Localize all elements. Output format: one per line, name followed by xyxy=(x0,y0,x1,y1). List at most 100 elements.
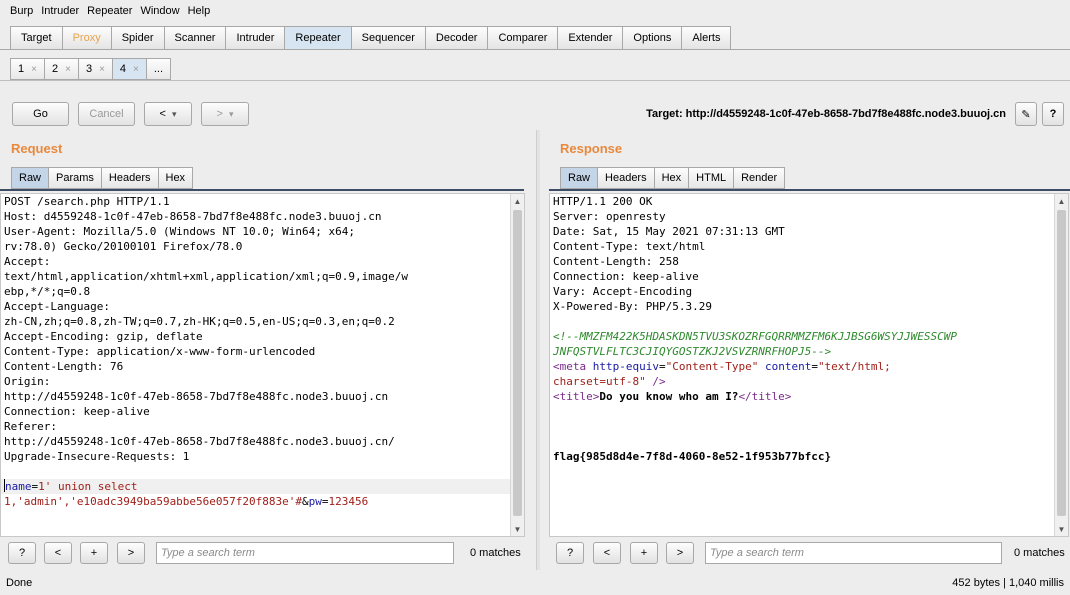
response-viewer[interactable]: HTTP/1.1 200 OK Server: openresty Date: Sa… xyxy=(549,193,1069,537)
request-line xyxy=(1,464,524,479)
scroll-up-icon[interactable]: ▲ xyxy=(511,194,524,208)
repeater-tab-bar: 1 × 2 × 3 × 4 × ... xyxy=(10,58,172,80)
title-tag-open: <title> xyxy=(553,390,600,403)
html-comment-line: <!--MMZFM422K5HDASKDN5TVU3SKOZRFGQRRMMZF… xyxy=(553,330,957,343)
request-tab-raw[interactable]: Raw xyxy=(11,167,49,189)
target-label[interactable]: Target: http://d4559248-1c0f-47eb-8658-7… xyxy=(646,108,1006,120)
go-button[interactable]: Go xyxy=(12,102,69,126)
response-search-prev-button[interactable]: < xyxy=(593,542,621,564)
menu-intruder[interactable]: Intruder xyxy=(37,5,83,17)
cancel-button[interactable]: Cancel xyxy=(78,102,135,126)
html-comment-line: JNFQSTVLFLTC3CJIQYGOSTZKJ2VSVZRNRFHOPJ5-… xyxy=(553,345,832,358)
scroll-thumb[interactable] xyxy=(513,210,522,516)
close-icon[interactable]: × xyxy=(31,64,37,75)
new-tab-button[interactable]: ... xyxy=(145,58,172,80)
repeater-tab-4[interactable]: 4 × xyxy=(111,58,146,80)
forward-dropdown-icon[interactable]: ▾ xyxy=(229,109,234,120)
forward-button[interactable]: > ▾ xyxy=(201,102,249,126)
response-scrollbar[interactable]: ▲ ▼ xyxy=(1054,194,1068,536)
meta-attr-value: charset=utf-8" xyxy=(553,375,646,388)
request-line: User-Agent: Mozilla/5.0 (Windows NT 10.0… xyxy=(4,225,355,238)
response-tab-hex[interactable]: Hex xyxy=(653,167,689,189)
response-header-lines: HTTP/1.1 200 OK Server: openresty Date: Sa… xyxy=(550,194,1068,329)
response-tab-headers[interactable]: Headers xyxy=(597,167,654,189)
response-line: Content-Type: text/html xyxy=(553,240,706,253)
menu-window[interactable]: Window xyxy=(136,5,183,17)
request-tab-headers[interactable]: Headers xyxy=(100,167,158,189)
response-search-next-button[interactable]: > xyxy=(666,542,694,564)
request-search-next-button[interactable]: > xyxy=(117,542,145,564)
meta-tag-line: charset=utf-8" /> xyxy=(550,374,1068,389)
response-search-add-button[interactable]: + xyxy=(630,542,658,564)
help-button[interactable]: ? xyxy=(1042,102,1064,126)
tab-target[interactable]: Target xyxy=(10,26,62,50)
repeater-tab-label: 1 xyxy=(18,63,25,75)
response-match-count: 0 matches xyxy=(1014,547,1065,559)
response-search-input[interactable] xyxy=(705,542,1002,564)
menu-burp[interactable]: Burp xyxy=(6,5,37,17)
tab-alerts[interactable]: Alerts xyxy=(681,26,732,50)
request-line: Host: d4559248-1c0f-47eb-8658-7bd7f8e488… xyxy=(4,210,382,223)
scroll-down-icon[interactable]: ▼ xyxy=(1055,522,1068,536)
scroll-thumb[interactable] xyxy=(1057,210,1066,516)
tab-proxy[interactable]: Proxy xyxy=(61,26,111,50)
response-line: HTTP/1.1 200 OK xyxy=(553,195,653,208)
request-line: ebp,*/*;q=0.8 xyxy=(4,285,91,298)
back-button[interactable]: < ▾ xyxy=(144,102,192,126)
param-value: 1' union select xyxy=(38,480,138,493)
repeater-tab-1[interactable]: 1 × xyxy=(10,58,44,80)
tab-intruder[interactable]: Intruder xyxy=(225,26,285,50)
tab-options[interactable]: Options xyxy=(622,26,682,50)
scroll-down-icon[interactable]: ▼ xyxy=(511,522,524,536)
request-line: Connection: keep-alive xyxy=(4,405,150,418)
request-search-help-button[interactable]: ? xyxy=(8,542,36,564)
edit-target-icon[interactable]: ✎ xyxy=(1015,102,1037,126)
menu-help[interactable]: Help xyxy=(184,5,215,17)
request-search-prev-button[interactable]: < xyxy=(44,542,72,564)
request-search-input[interactable] xyxy=(156,542,454,564)
tab-spider[interactable]: Spider xyxy=(110,26,164,50)
pane-splitter[interactable] xyxy=(536,130,540,570)
close-icon[interactable]: × xyxy=(65,64,71,75)
tab-decoder[interactable]: Decoder xyxy=(424,26,488,50)
menu-repeater[interactable]: Repeater xyxy=(83,5,136,17)
request-tab-params[interactable]: Params xyxy=(48,167,101,189)
back-dropdown-icon[interactable]: ▾ xyxy=(172,109,177,120)
request-editor[interactable]: POST /search.php HTTP/1.1 Host: d4559248-… xyxy=(0,193,525,537)
param-value: 1,'admin','e10adc3949ba59abbe56e057f20f8… xyxy=(4,495,303,508)
forward-arrow-icon: > xyxy=(216,108,223,120)
meta-tag-line: <meta http-equiv="Content-Type" content=… xyxy=(553,360,891,373)
response-line: Content-Length: 258 xyxy=(553,255,679,268)
response-line xyxy=(550,314,1068,329)
response-title: Response xyxy=(560,141,623,156)
repeater-tab-2[interactable]: 2 × xyxy=(43,58,78,80)
request-line: Accept-Encoding: gzip, deflate xyxy=(4,330,203,343)
response-tab-render[interactable]: Render xyxy=(733,167,786,189)
meta-attr: content xyxy=(764,360,812,373)
response-tab-raw[interactable]: Raw xyxy=(560,167,598,189)
request-body-line-2: 1,'admin','e10adc3949ba59abbe56e057f20f8… xyxy=(1,494,524,509)
close-icon[interactable]: × xyxy=(99,64,105,75)
response-line: X-Powered-By: PHP/5.3.29 xyxy=(553,300,712,313)
repeater-tab-3[interactable]: 3 × xyxy=(77,58,112,80)
meta-attr-value: "text/html; xyxy=(817,360,891,373)
tab-repeater[interactable]: Repeater xyxy=(284,26,351,50)
tab-extender[interactable]: Extender xyxy=(557,26,623,50)
request-line: text/html,application/xhtml+xml,applicat… xyxy=(4,270,408,283)
meta-tag-close: /> xyxy=(652,375,666,388)
request-title: Request xyxy=(11,141,63,156)
request-search-add-button[interactable]: + xyxy=(80,542,108,564)
request-scrollbar[interactable]: ▲ ▼ xyxy=(510,194,524,536)
response-line: Date: Sat, 15 May 2021 07:31:13 GMT xyxy=(553,225,785,238)
close-icon[interactable]: × xyxy=(133,64,139,75)
flag-text: flag{985d8d4e-7f8d-4060-8e52-1f953b77bfc… xyxy=(553,450,832,463)
param-equals: = xyxy=(321,495,329,508)
tab-sequencer[interactable]: Sequencer xyxy=(350,26,425,50)
tab-scanner[interactable]: Scanner xyxy=(163,26,226,50)
response-search-help-button[interactable]: ? xyxy=(556,542,584,564)
tab-comparer[interactable]: Comparer xyxy=(487,26,558,50)
response-tab-html[interactable]: HTML xyxy=(688,167,734,189)
request-tab-hex[interactable]: Hex xyxy=(157,167,194,189)
scroll-up-icon[interactable]: ▲ xyxy=(1055,194,1068,208)
